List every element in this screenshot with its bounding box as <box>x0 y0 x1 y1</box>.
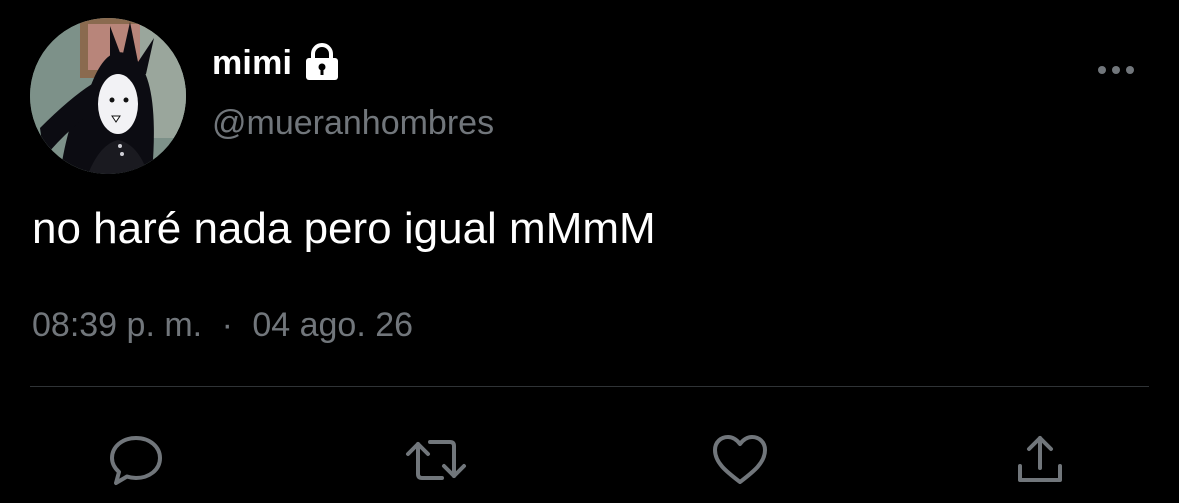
reply-button[interactable] <box>104 428 168 492</box>
lock-icon <box>300 41 344 85</box>
tweet-date: 04 ago. 26 <box>252 306 414 344</box>
avatar[interactable] <box>30 18 186 174</box>
tweet-time: 08:39 p. m. <box>32 306 203 344</box>
separator-dot: · <box>221 306 233 344</box>
divider <box>30 386 1149 387</box>
timestamp-row[interactable]: 08:39 p. m. · 04 ago. 26 <box>32 306 413 345</box>
retweet-button[interactable] <box>404 428 468 492</box>
more-options-button[interactable] <box>1092 58 1140 82</box>
like-button[interactable] <box>708 428 772 492</box>
display-name[interactable]: mimi <box>212 44 292 83</box>
tweet-card: mimi @mueranhombres no haré nada pero ig… <box>0 0 1179 503</box>
retweet-arrows-icon <box>406 440 466 480</box>
more-horizontal-icon <box>1098 66 1134 74</box>
author-row: mimi <box>212 38 344 88</box>
tweet-text: no haré nada pero igual mMmM <box>32 204 656 253</box>
reply-bubble-icon <box>110 436 162 485</box>
author-handle[interactable]: @mueranhombres <box>212 104 494 143</box>
heart-icon <box>713 435 767 484</box>
share-upload-icon <box>1018 436 1062 482</box>
share-button[interactable] <box>1008 428 1072 492</box>
avatar-image <box>30 18 186 174</box>
